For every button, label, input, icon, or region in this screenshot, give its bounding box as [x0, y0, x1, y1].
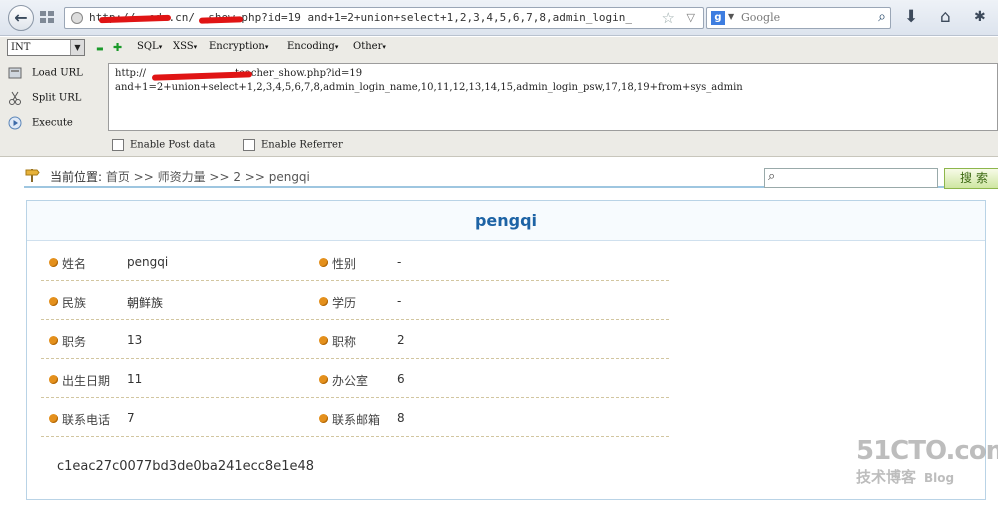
type-select-value: INT	[11, 42, 31, 53]
menu-encoding[interactable]: Encoding▾	[287, 41, 338, 52]
download-icon[interactable]: ⬇	[904, 7, 918, 27]
enable-referrer-checkbox[interactable]: Enable Referrer	[243, 139, 343, 151]
field-name: 姓名 pengqi	[49, 255, 168, 272]
url-bar[interactable]: http:// .edu.cn/ _show.php?id=19 and+1=2…	[64, 7, 704, 29]
scissors-icon	[9, 91, 21, 105]
back-button[interactable]: ←	[8, 5, 34, 31]
checkbox-box[interactable]	[243, 139, 255, 151]
profile-title: pengqi	[27, 201, 985, 241]
password-hash: c1eac27c0077bd3de0ba241ecc8e1e48	[57, 459, 315, 474]
field-email: 联系邮箱 8	[319, 411, 405, 428]
field-title: 职称 2	[319, 333, 405, 350]
bullet-icon	[319, 336, 328, 345]
search-icon: ⌕	[768, 169, 776, 184]
browser-toolbar: ← http:// .edu.cn/ _show.php?id=19 and+1…	[0, 0, 998, 36]
increment-icon[interactable]: ✚	[113, 41, 122, 54]
enable-post-checkbox[interactable]: Enable Post data	[112, 139, 215, 151]
breadcrumb-path[interactable]: 首页 >> 师资力量 >> 2 >> pengqi	[102, 170, 310, 184]
bookmark-star-icon[interactable]: ☆	[662, 9, 675, 27]
tab-grid-icon[interactable]	[40, 11, 56, 25]
breadcrumb: 当前位置: 首页 >> 师资力量 >> 2 >> pengqi	[50, 168, 310, 185]
field-position: 职务 13	[49, 333, 142, 350]
split-url-button[interactable]: Split URL	[8, 91, 81, 105]
site-identity-icon[interactable]	[71, 12, 83, 24]
signpost-icon	[25, 169, 40, 182]
bullet-icon	[319, 414, 328, 423]
search-bar[interactable]: g ▼ Google ⌕	[706, 7, 891, 29]
profile-card: pengqi 姓名 pengqi 性别 - 民族 朝鲜族 学历 - 职务 13 职称 2 出…	[26, 200, 986, 500]
chevron-down-icon[interactable]: ▼	[70, 40, 84, 55]
profile-row: 职务 13 职称 2	[41, 320, 669, 359]
home-icon[interactable]: ⌂	[940, 7, 951, 27]
bullet-icon	[319, 297, 328, 306]
decrement-icon[interactable]: ▬	[96, 44, 104, 53]
bullet-icon	[319, 375, 328, 384]
profile-row: 出生日期 11 办公室 6	[41, 359, 669, 398]
breadcrumb-bar: 当前位置: 首页 >> 师资力量 >> 2 >> pengqi ⌕ 搜索	[24, 166, 998, 189]
addon-icon[interactable]: ✱	[974, 9, 986, 25]
bullet-icon	[319, 258, 328, 267]
breadcrumb-label: 当前位置:	[50, 170, 103, 184]
url-text[interactable]: http:// .edu.cn/ _show.php?id=19 and+1=2…	[89, 11, 659, 24]
watermark-logo: 51CTO.com 技术博客 Blog	[856, 436, 998, 486]
menu-other[interactable]: Other▾	[353, 41, 386, 52]
bullet-icon	[49, 336, 58, 345]
menu-xss[interactable]: XSS▾	[173, 41, 197, 52]
search-placeholder[interactable]: Google	[741, 11, 780, 24]
field-gender: 性别 -	[319, 255, 401, 272]
google-logo-icon[interactable]: g	[711, 11, 725, 25]
menu-sql[interactable]: SQL▾	[137, 41, 162, 52]
load-url-icon	[8, 67, 22, 79]
field-birthdate: 出生日期 11	[49, 372, 142, 389]
play-icon	[8, 116, 22, 130]
search-icon[interactable]: ⌕	[878, 9, 886, 25]
textarea-line-2: and+1=2+union+select+1,2,3,4,5,6,7,8,adm…	[115, 82, 743, 93]
execute-button[interactable]: Execute	[8, 116, 73, 130]
type-select[interactable]: INT ▼	[7, 39, 85, 56]
engine-dropdown-icon[interactable]: ▼	[728, 12, 734, 21]
hackbar-panel: INT ▼ ▬ ✚ SQL▾ XSS▾ Encryption▾ Encoding…	[0, 37, 998, 157]
menu-encryption[interactable]: Encryption▾	[209, 41, 268, 52]
field-education: 学历 -	[319, 294, 401, 311]
field-office: 办公室 6	[319, 372, 405, 389]
field-phone: 联系电话 7	[49, 411, 135, 428]
field-ethnicity: 民族 朝鲜族	[49, 294, 163, 311]
profile-row: 姓名 pengqi 性别 -	[41, 242, 669, 281]
bullet-icon	[49, 375, 58, 384]
bullet-icon	[49, 414, 58, 423]
profile-row: 联系电话 7 联系邮箱 8	[41, 398, 669, 437]
bullet-icon	[49, 258, 58, 267]
load-url-button[interactable]: Load URL	[8, 66, 83, 80]
site-search-input[interactable]: ⌕	[764, 168, 938, 188]
profile-row: 民族 朝鲜族 学历 -	[41, 281, 669, 320]
checkbox-box[interactable]	[112, 139, 124, 151]
page-content: 当前位置: 首页 >> 师资力量 >> 2 >> pengqi ⌕ 搜索 pen…	[0, 158, 998, 513]
history-dropdown-icon[interactable]: ▽	[687, 11, 695, 24]
site-search-button[interactable]: 搜索	[944, 168, 998, 189]
bullet-icon	[49, 297, 58, 306]
